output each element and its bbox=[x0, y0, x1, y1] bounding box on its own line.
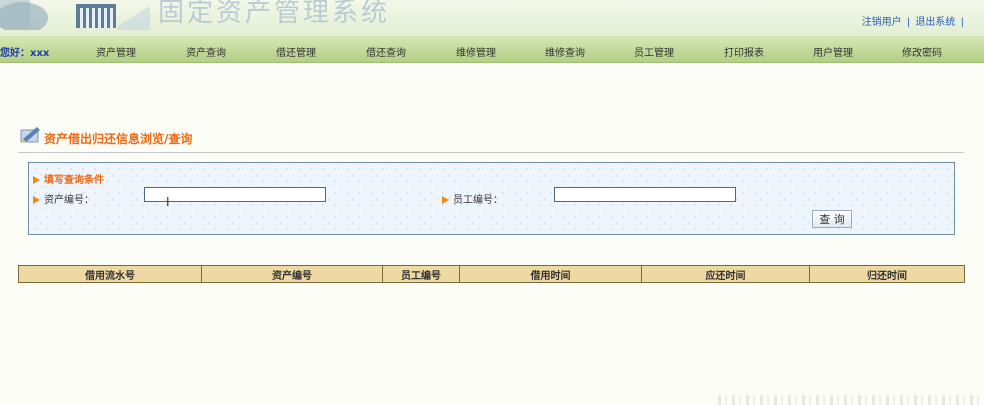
employee-number-label-text: 员工编号： bbox=[453, 195, 503, 206]
nav-item-borrow-query[interactable]: 借还查询 bbox=[341, 44, 431, 59]
main-nav: 您好：xxx 资产管理 资产查询 借还管理 借还查询 维修管理 维修查询 员工管… bbox=[0, 36, 984, 63]
employee-number-label: 员工编号： bbox=[442, 191, 503, 206]
logout-user-link[interactable]: 注销用户 bbox=[862, 17, 902, 28]
borrow-records-table: 借用流水号 资产编号 员工编号 借用时间 应还时间 归还时间 bbox=[18, 265, 965, 283]
link-separator: | bbox=[906, 17, 911, 28]
greeting: 您好：xxx bbox=[0, 48, 50, 59]
nav-item-change-password[interactable]: 修改密码 bbox=[877, 44, 967, 59]
title-divider bbox=[18, 152, 964, 153]
nav-item-user-management[interactable]: 用户管理 bbox=[788, 44, 878, 59]
link-separator: | bbox=[960, 17, 964, 28]
arrow-right-icon bbox=[33, 176, 40, 184]
col-borrow-time: 借用时间 bbox=[459, 265, 642, 283]
asset-number-label-text: 资产编号： bbox=[44, 195, 94, 206]
nav-item-borrow-management[interactable]: 借还管理 bbox=[251, 44, 341, 59]
system-title: 固定资产管理系统 bbox=[158, 0, 391, 28]
asset-number-label: 资产编号： bbox=[33, 191, 94, 206]
nav-item-employee-management[interactable]: 员工管理 bbox=[609, 44, 699, 59]
col-employee-number: 员工编号 bbox=[382, 265, 460, 283]
col-due-time: 应还时间 bbox=[641, 265, 810, 283]
header-banner: 固定资产管理系统 注销用户 | 退出系统 | bbox=[0, 0, 984, 36]
nav-item-asset-query[interactable]: 资产查询 bbox=[161, 44, 251, 59]
arrow-right-icon bbox=[33, 196, 40, 204]
search-hint: 填写查询条件 bbox=[33, 171, 104, 186]
col-borrow-serial: 借用流水号 bbox=[18, 265, 202, 283]
asset-number-input[interactable] bbox=[144, 187, 326, 202]
top-links: 注销用户 | 退出系统 | bbox=[862, 13, 966, 28]
search-hint-text: 填写查询条件 bbox=[44, 175, 104, 186]
query-button[interactable]: 查 询 bbox=[812, 210, 852, 228]
arrow-right-icon bbox=[442, 196, 449, 204]
nav-item-repair-management[interactable]: 维修管理 bbox=[431, 44, 521, 59]
col-asset-number: 资产编号 bbox=[201, 265, 383, 283]
nav-item-repair-query[interactable]: 维修查询 bbox=[520, 44, 610, 59]
employee-number-input[interactable] bbox=[554, 187, 736, 202]
table-header-row: 借用流水号 资产编号 员工编号 借用时间 应还时间 归还时间 bbox=[18, 265, 965, 283]
nav-item-asset-management[interactable]: 资产管理 bbox=[71, 44, 161, 59]
pencil-document-icon bbox=[20, 127, 40, 143]
text-cursor-icon: I bbox=[166, 195, 170, 209]
col-return-time: 归还时间 bbox=[809, 265, 965, 283]
building-logo-icon bbox=[0, 0, 150, 30]
screen-artifact bbox=[718, 395, 984, 405]
page-title: 资产借出归还信息浏览/查询 bbox=[44, 132, 193, 146]
nav-item-print-report[interactable]: 打印报表 bbox=[699, 44, 789, 59]
exit-system-link[interactable]: 退出系统 bbox=[915, 17, 955, 28]
